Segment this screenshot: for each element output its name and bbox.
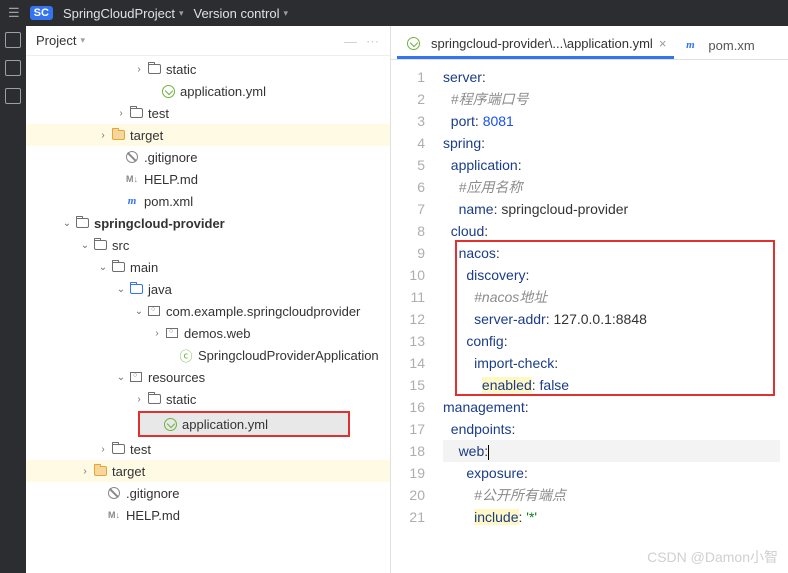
tree-label: com.example.springcloudprovider [166, 304, 360, 319]
maven-icon: m [124, 193, 140, 209]
project-tree[interactable]: ›static application.yml ›test ›target .g… [26, 56, 390, 573]
toolbar-icon[interactable]: ⋯ [366, 34, 380, 48]
tree-label: main [130, 260, 158, 275]
editor-tabs: springcloud-provider\...\application.yml… [391, 26, 788, 60]
tree-label: demos.web [184, 326, 250, 341]
project-header: Project ▾ — ⋯ [26, 26, 390, 56]
tree-label: application.yml [182, 417, 268, 432]
folder-icon [92, 463, 108, 479]
package-icon [146, 303, 162, 319]
tree-label: static [166, 62, 196, 77]
editor-tab[interactable]: m pom.xm [674, 31, 762, 59]
spring-icon [160, 83, 176, 99]
tree-label: static [166, 392, 196, 407]
tree-label: application.yml [180, 84, 266, 99]
menu-icon[interactable]: ☰ [8, 5, 20, 21]
ignore-icon [124, 149, 140, 165]
tree-label: SpringcloudProviderApplication [198, 348, 379, 363]
tool-button[interactable] [5, 32, 21, 48]
resources-folder-icon [128, 369, 144, 385]
folder-icon [146, 61, 162, 77]
project-name: SpringCloudProject [63, 6, 175, 21]
project-badge: SC [30, 6, 53, 20]
source-folder-icon [128, 281, 144, 297]
editor-tab-active[interactable]: springcloud-provider\...\application.yml… [397, 31, 674, 59]
tree-label: target [130, 128, 163, 143]
tab-label: springcloud-provider\...\application.yml [431, 36, 653, 51]
top-toolbar: ☰ SC SpringCloudProject ▾ Version contro… [0, 0, 788, 26]
tree-item-selected[interactable]: application.yml [140, 413, 348, 435]
gutter: 123456789101112131415161718192021 [391, 60, 435, 573]
project-selector[interactable]: SpringCloudProject ▾ [63, 6, 184, 21]
tree-item[interactable]: ›target [26, 460, 390, 482]
folder-icon [110, 441, 126, 457]
tree-label: pom.xml [144, 194, 193, 209]
editor-panel: springcloud-provider\...\application.yml… [391, 26, 788, 573]
tool-button[interactable] [5, 88, 21, 104]
package-icon [164, 325, 180, 341]
tree-label: .gitignore [144, 150, 197, 165]
toolbar-icon[interactable]: — [344, 34, 358, 48]
vcs-label: Version control [193, 6, 279, 21]
watermark: CSDN @Damon小智 [647, 547, 778, 567]
folder-icon [110, 259, 126, 275]
tree-label: target [112, 464, 145, 479]
ignore-icon [106, 485, 122, 501]
class-icon: ⓒ [178, 347, 194, 363]
project-header-title[interactable]: Project [36, 33, 76, 48]
vcs-selector[interactable]: Version control ▾ [193, 6, 288, 21]
spring-icon [162, 416, 178, 432]
chevron-down-icon: ▾ [179, 8, 184, 19]
tree-label: test [130, 442, 151, 457]
tree-label: java [148, 282, 172, 297]
markdown-icon: M↓ [124, 171, 140, 187]
tree-label: HELP.md [144, 172, 198, 187]
tool-button[interactable] [5, 60, 21, 76]
main-area: Project ▾ — ⋯ ›static application.yml ›t… [0, 26, 788, 573]
folder-icon [92, 237, 108, 253]
code-content[interactable]: server: #程序端口号 port: 8081 spring: applic… [435, 60, 788, 573]
text-cursor [488, 445, 489, 460]
code-editor[interactable]: 123456789101112131415161718192021 server… [391, 60, 788, 573]
tree-label: springcloud-provider [94, 216, 225, 231]
tree-item[interactable]: ›target [26, 124, 390, 146]
close-icon[interactable]: × [659, 36, 667, 51]
folder-icon [146, 391, 162, 407]
project-tool-window: Project ▾ — ⋯ ›static application.yml ›t… [26, 26, 391, 573]
tool-strip [0, 26, 26, 573]
folder-icon [128, 105, 144, 121]
maven-icon: m [682, 37, 698, 53]
chevron-down-icon: ▾ [283, 8, 288, 19]
tree-label: resources [148, 370, 205, 385]
spring-icon [405, 36, 421, 52]
module-icon [74, 215, 90, 231]
tab-label: pom.xm [708, 38, 754, 53]
chevron-down-icon[interactable]: ▾ [80, 35, 85, 46]
tree-label: .gitignore [126, 486, 179, 501]
tree-label: HELP.md [126, 508, 180, 523]
folder-icon [110, 127, 126, 143]
markdown-icon: M↓ [106, 507, 122, 523]
tree-label: test [148, 106, 169, 121]
tree-label: src [112, 238, 129, 253]
